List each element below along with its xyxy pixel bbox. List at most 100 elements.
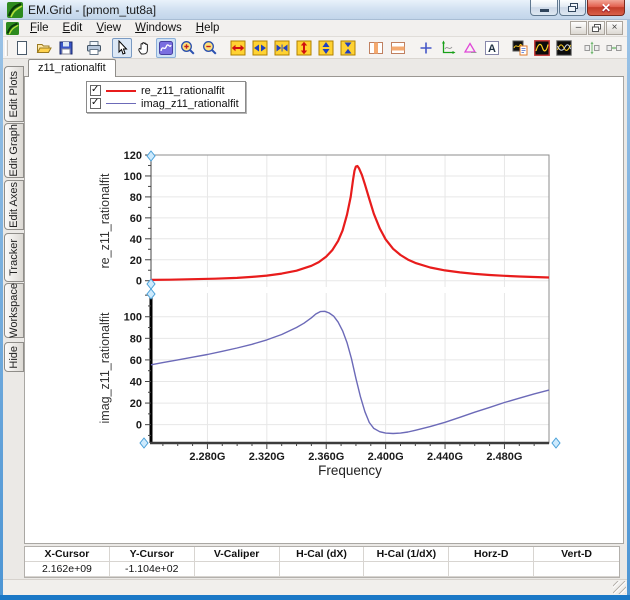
cursor-col-header: Horz-D <box>449 547 535 562</box>
expand-y-button[interactable] <box>294 38 314 58</box>
split-horizontal-button[interactable] <box>388 38 408 58</box>
axis-handle[interactable] <box>146 150 156 162</box>
split-vertical-button[interactable] <box>366 38 386 58</box>
cursor-value-hcal-dx <box>279 562 365 577</box>
legend-checkbox-imag[interactable] <box>90 97 101 109</box>
cursor-value-hcal-1dx <box>364 562 450 577</box>
axis-handle[interactable] <box>551 437 561 449</box>
close-icon: ✕ <box>600 0 612 15</box>
axes-button[interactable] <box>438 38 458 58</box>
sidebar-label: Tracker <box>8 239 20 276</box>
sidebar-item-workspace[interactable]: Workspace <box>4 283 24 338</box>
mdi-minimize-button[interactable]: – <box>570 21 587 35</box>
zoom-in-button[interactable] <box>178 38 198 58</box>
overlay-plot-button[interactable] <box>510 38 530 58</box>
svg-text:2.280G: 2.280G <box>189 451 225 463</box>
multi-plot-button[interactable] <box>554 38 574 58</box>
svg-text:2.320G: 2.320G <box>249 451 285 463</box>
sidebar-item-edit-graph[interactable]: Edit Graph <box>4 123 24 178</box>
text-label-button[interactable]: A <box>482 38 502 58</box>
svg-text:60: 60 <box>130 213 142 225</box>
new-file-button[interactable] <box>12 38 32 58</box>
zoom-out-button[interactable] <box>200 38 220 58</box>
crosshair-button[interactable] <box>416 38 436 58</box>
menu-help[interactable]: Help <box>189 20 227 37</box>
tab-bar: z11_rationalfit <box>24 59 624 77</box>
svg-text:2.440G: 2.440G <box>427 451 463 463</box>
menu-windows[interactable]: Windows <box>128 20 189 37</box>
mdi-restore-button[interactable] <box>588 21 605 35</box>
legend-line-re <box>106 89 136 92</box>
close-button[interactable]: ✕ <box>587 0 625 16</box>
svg-text:20: 20 <box>130 255 142 267</box>
cursor-value-horzd <box>449 562 535 577</box>
cursor-col-header: X-Cursor <box>25 547 110 562</box>
arrows-x-out-button[interactable] <box>250 38 270 58</box>
arrows-y-in-button[interactable] <box>338 38 358 58</box>
toolbar-grip[interactable] <box>5 39 8 56</box>
menu-view[interactable]: View <box>89 20 128 37</box>
menu-file[interactable]: File <box>23 20 56 37</box>
mdi-restore-icon <box>592 24 601 32</box>
sidebar-label: Hide <box>8 345 20 369</box>
pan-hand-button[interactable] <box>134 38 154 58</box>
legend-item: re_z11_rationalfit <box>90 84 239 97</box>
sidebar-item-edit-axes[interactable]: Edit Axes <box>4 180 24 230</box>
menu-edit[interactable]: Edit <box>56 20 90 37</box>
toolbar: A Layout <box>3 37 627 59</box>
sidebar-label: Edit Plots <box>8 70 20 118</box>
open-file-button[interactable] <box>34 38 54 58</box>
mdi-close-button[interactable]: × <box>606 21 623 35</box>
svg-text:0: 0 <box>136 276 142 288</box>
menu-bar: File Edit View Windows Help – × <box>3 20 627 37</box>
svg-text:80: 80 <box>130 192 142 204</box>
legend-item: imag_z11_rationalfit <box>90 97 239 110</box>
minimize-button[interactable] <box>530 0 558 16</box>
window-border-bottom <box>0 595 630 600</box>
legend-label-imag[interactable]: imag_z11_rationalfit <box>141 98 239 110</box>
save-button[interactable] <box>56 38 76 58</box>
app-window: EM.Grid - [pmom_tut8a] ✕ File Edit View … <box>0 0 630 600</box>
cursor-col-header: Y-Cursor <box>109 547 195 562</box>
status-bar <box>3 579 627 595</box>
maximize-button[interactable] <box>559 0 586 16</box>
svg-text:60: 60 <box>130 355 142 367</box>
zoom-region-button[interactable] <box>156 37 176 58</box>
plot-area[interactable]: 0 20 40 60 80 100 120 re_z11_rationalfit 0 20 40 60… <box>24 77 624 544</box>
title-bar[interactable]: EM.Grid - [pmom_tut8a] ✕ <box>0 0 630 20</box>
sidebar-item-tracker[interactable]: Tracker <box>4 233 24 282</box>
series-imag_z11_rationalfit[interactable] <box>150 310 550 435</box>
cursor-col-header: Vert-D <box>534 547 619 562</box>
legend: re_z11_rationalfit imag_z11_rationalfit <box>86 81 246 113</box>
select-cursor-button[interactable] <box>112 37 132 58</box>
sidebar-item-hide[interactable]: Hide <box>4 342 24 372</box>
arrows-y-out-button[interactable] <box>316 38 336 58</box>
plot-svg[interactable]: 0 20 40 60 80 100 120 re_z11_rationalfit 0 20 40 60… <box>25 77 623 507</box>
cursor-value-vcaliper <box>194 562 280 577</box>
resize-grip-icon[interactable] <box>613 581 626 594</box>
tab-z11-rationalfit[interactable]: z11_rationalfit <box>28 59 116 77</box>
stack-horizontal-button[interactable] <box>604 38 624 58</box>
cursor-col-header: H-Cal (1/dX) <box>364 547 450 562</box>
minimize-icon <box>539 8 549 12</box>
legend-checkbox-re[interactable] <box>90 84 101 96</box>
axis-handle[interactable] <box>146 288 156 300</box>
svg-text:imag_z11_rationalfit: imag_z11_rationalfit <box>98 312 112 423</box>
arrows-x-in-button[interactable] <box>272 38 292 58</box>
window-border-left <box>0 20 3 600</box>
sidebar-item-edit-plots[interactable]: Edit Plots <box>4 66 24 122</box>
svg-text:2.480G: 2.480G <box>486 451 522 463</box>
plot-window-button[interactable] <box>532 38 552 58</box>
delta-marker-button[interactable] <box>460 38 480 58</box>
axis-handle[interactable] <box>139 437 149 449</box>
series-re_z11_rationalfit[interactable] <box>150 164 550 281</box>
svg-text:2.400G: 2.400G <box>368 451 404 463</box>
legend-label-re[interactable]: re_z11_rationalfit <box>141 85 225 97</box>
stack-vertical-button[interactable] <box>582 38 602 58</box>
print-button[interactable] <box>84 38 104 58</box>
cursor-table: X-Cursor Y-Cursor V-Caliper H-Cal (dX) H… <box>24 546 620 578</box>
expand-x-button[interactable] <box>228 38 248 58</box>
svg-text:20: 20 <box>130 398 142 410</box>
sidebar-label: Edit Graph <box>8 124 20 177</box>
svg-text:A: A <box>488 43 496 55</box>
